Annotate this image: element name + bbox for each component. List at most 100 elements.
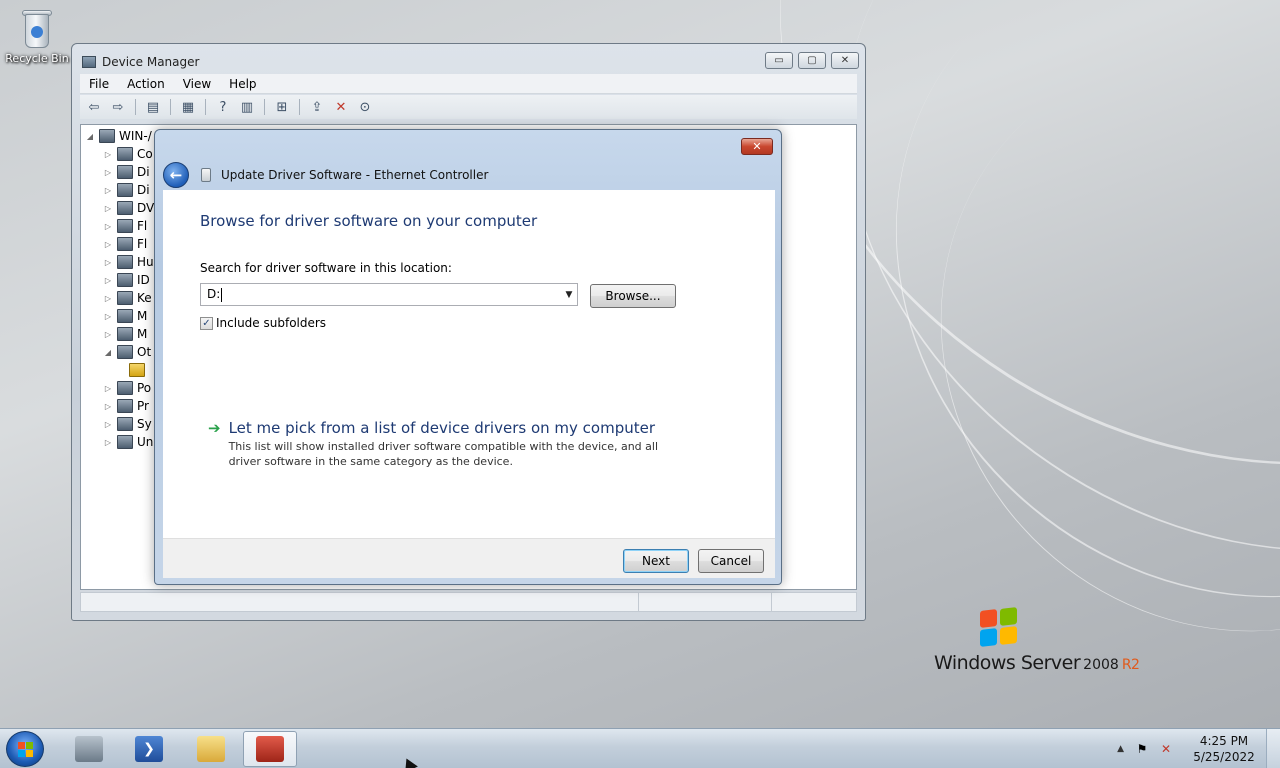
expander-icon[interactable]: ◢ [103, 348, 113, 357]
tree-row[interactable]: ▷ Di [103, 181, 150, 199]
device-category-icon [117, 327, 133, 341]
action-pane-icon[interactable]: ▥ [237, 98, 257, 116]
show-desktop-button[interactable] [1266, 729, 1280, 768]
expander-icon[interactable]: ▷ [103, 258, 113, 267]
expander-icon[interactable]: ◢ [85, 132, 95, 141]
expander-icon[interactable]: ▷ [103, 240, 113, 249]
taskbar-powershell[interactable]: ❯ [122, 731, 176, 767]
device-category-icon [117, 183, 133, 197]
taskbar-server-manager[interactable] [62, 731, 116, 767]
tree-row[interactable]: ▷ Co [103, 145, 153, 163]
expander-icon[interactable]: ▷ [103, 438, 113, 447]
clock[interactable]: 4:25 PM 5/25/2022 [1182, 733, 1266, 765]
desktop: Recycle Bin Device Manager ▭ ▢ ✕ File Ac… [0, 0, 1280, 728]
taskbar-computer-management[interactable] [243, 731, 297, 767]
taskbar: ❯ ▲ ⚑ ✕ 4:25 PM 5/25/2022 [0, 728, 1280, 768]
browse-button[interactable]: Browse... [590, 284, 676, 308]
show-hidden-icons-chevron-icon[interactable]: ▲ [1117, 744, 1124, 754]
tree-row[interactable]: ▷ Pr [103, 397, 149, 415]
show-hide-tree-icon[interactable]: ▤ [143, 98, 163, 116]
device-category-icon [117, 219, 133, 233]
help-icon[interactable]: ? [213, 98, 233, 116]
tree-row[interactable]: ▷ M [103, 325, 147, 343]
back-button[interactable]: ← [163, 162, 189, 188]
tree-row[interactable]: ▷ Fl [103, 217, 147, 235]
tree-row[interactable]: ▷ Un [103, 433, 153, 451]
update-driver-icon[interactable]: ⇪ [307, 98, 327, 116]
expander-icon[interactable]: ▷ [103, 204, 113, 213]
dropdown-arrow-icon[interactable]: ▼ [561, 284, 577, 305]
device-category-icon [117, 237, 133, 251]
tree-label: Po [137, 381, 152, 395]
device-category-icon [117, 309, 133, 323]
expander-icon[interactable]: ▷ [103, 384, 113, 393]
device-category-icon [117, 435, 133, 449]
tree-row[interactable]: ▷ Sy [103, 415, 152, 433]
expander-icon[interactable]: ▷ [103, 294, 113, 303]
window-titlebar: Device Manager [82, 52, 199, 72]
tree-label: Ot [137, 345, 152, 359]
network-disconnected-icon[interactable]: ✕ [1158, 742, 1174, 756]
tree-row[interactable]: ▷ Ke [103, 289, 152, 307]
cancel-button[interactable]: Cancel [698, 549, 764, 573]
next-button[interactable]: Next [623, 549, 689, 573]
tree-row-other-devices[interactable]: ◢ Ot [103, 343, 151, 361]
menu-help[interactable]: Help [220, 77, 265, 91]
brand-text: Windows Server 2008 R2 [934, 652, 1140, 674]
expander-icon[interactable]: ▷ [103, 330, 113, 339]
expander-icon[interactable]: ▷ [103, 186, 113, 195]
minimize-button[interactable]: ▭ [765, 52, 793, 69]
tree-row-ethernet-controller[interactable] [129, 361, 149, 379]
dialog-close-button[interactable]: ✕ [741, 138, 773, 155]
tree-row[interactable]: ▷ Hu [103, 253, 154, 271]
server-manager-icon [75, 736, 103, 762]
expander-icon[interactable]: ▷ [103, 168, 113, 177]
menu-file[interactable]: File [80, 77, 118, 91]
start-button[interactable] [6, 731, 44, 767]
forward-arrow-icon[interactable]: ⇨ [108, 98, 128, 116]
device-category-icon [117, 345, 133, 359]
windows-flag-icon [980, 607, 1020, 648]
menu-view[interactable]: View [174, 77, 220, 91]
expander-icon[interactable]: ▷ [103, 276, 113, 285]
expander-icon[interactable]: ▷ [103, 402, 113, 411]
tree-row[interactable]: ▷ ID [103, 271, 150, 289]
uninstall-icon[interactable]: ✕ [331, 98, 351, 116]
tree-label: Pr [137, 399, 149, 413]
text-caret [221, 287, 223, 302]
menu-action[interactable]: Action [118, 77, 174, 91]
close-button[interactable]: ✕ [831, 52, 859, 69]
tree-row[interactable]: ▷ Fl [103, 235, 147, 253]
expander-icon[interactable]: ▷ [103, 222, 113, 231]
expander-icon[interactable]: ▷ [103, 312, 113, 321]
dialog-footer: Next Cancel [163, 538, 775, 578]
disable-device-icon[interactable]: ⊙ [355, 98, 375, 116]
tree-row[interactable]: ▷ M [103, 307, 147, 325]
action-center-icon[interactable]: ⚑ [1134, 742, 1150, 756]
brand-version: 2008 [1083, 657, 1119, 673]
expander-icon[interactable]: ▷ [103, 420, 113, 429]
tree-label: Sy [137, 417, 152, 431]
scan-hardware-icon[interactable]: ⊞ [272, 98, 292, 116]
search-location-combobox[interactable]: D: ▼ [200, 283, 578, 306]
pick-from-list-description: This list will show installed driver sof… [228, 440, 658, 468]
expander-icon[interactable]: ▷ [103, 150, 113, 159]
device-category-icon [117, 291, 133, 305]
properties-icon[interactable]: ▦ [178, 98, 198, 116]
taskbar-explorer[interactable] [184, 731, 238, 767]
device-category-icon [117, 255, 133, 269]
windows-logo-icon [18, 742, 34, 758]
pick-from-list-title[interactable]: Let me pick from a list of device driver… [229, 419, 689, 437]
maximize-button[interactable]: ▢ [798, 52, 826, 69]
recycle-bin[interactable]: Recycle Bin [4, 8, 70, 65]
include-subfolders-checkbox[interactable]: ✓ [200, 316, 213, 330]
recycle-bin-label: Recycle Bin [5, 52, 69, 65]
tree-row-computer[interactable]: ◢ WIN-/ [85, 127, 152, 145]
pick-from-list-link[interactable]: ➔ Let me pick from a list of device driv… [208, 419, 689, 469]
toolbox-icon [256, 736, 284, 762]
include-subfolders[interactable]: ✓ Include subfolders [200, 316, 326, 330]
back-arrow-icon[interactable]: ⇦ [84, 98, 104, 116]
tree-row[interactable]: ▷ Di [103, 163, 150, 181]
tree-row[interactable]: ▷ Po [103, 379, 151, 397]
tree-row[interactable]: ▷ DV [103, 199, 154, 217]
